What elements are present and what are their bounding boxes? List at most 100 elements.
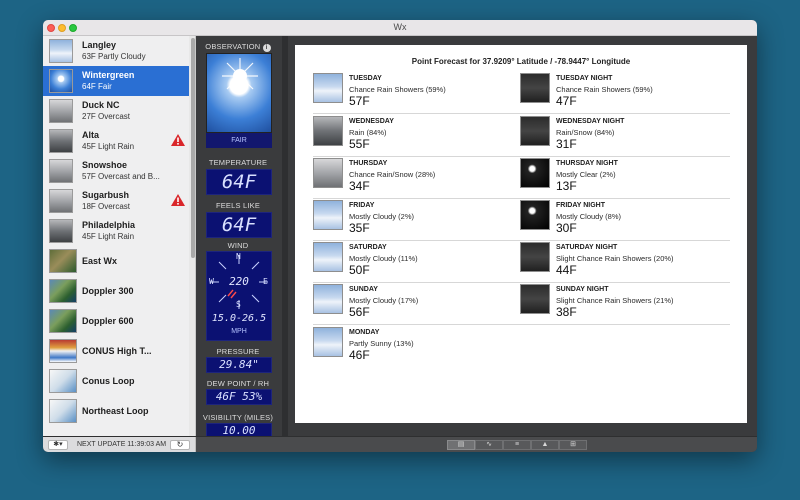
- row-divider: [520, 113, 730, 114]
- sidebar-item-northeast-loop[interactable]: Northeast Loop: [43, 396, 189, 426]
- location-condition: 57F Overcast and B...: [82, 172, 160, 181]
- sidebar-item-east-wx[interactable]: East Wx: [43, 246, 189, 276]
- forecast-image: [313, 116, 343, 146]
- location-condition: 63F Partly Cloudy: [82, 52, 146, 61]
- forecast-description: Chance Rain/Snow (28%): [349, 170, 436, 179]
- forecast-temperature: 34F: [349, 179, 370, 193]
- forecast-temperature: 57F: [349, 94, 370, 108]
- forecast-description: Mostly Clear (2%): [556, 170, 616, 179]
- forecast-image: [520, 116, 550, 146]
- forecast-period: FRIDAY NIGHT Mostly Cloudy (8%) 30F: [520, 200, 730, 241]
- forecast-period: SUNDAY Mostly Cloudy (17%) 56F: [313, 284, 523, 325]
- sidebar-item-alta[interactable]: Alta 45F Light Rain: [43, 126, 189, 156]
- forecast-period: SATURDAY Mostly Cloudy (11%) 50F: [313, 242, 523, 283]
- sidebar-item-conus-loop[interactable]: Conus Loop: [43, 366, 189, 396]
- weather-thumbnail: [49, 159, 73, 183]
- location-name: Wintergreen: [82, 70, 135, 80]
- forecast-period-name: FRIDAY NIGHT: [556, 202, 606, 209]
- forecast-temperature: 38F: [556, 305, 577, 319]
- graph-icon[interactable]: ∿: [475, 440, 503, 450]
- warning-icon[interactable]: [171, 194, 185, 206]
- forecast-period: WEDNESDAY Rain (84%) 55F: [313, 116, 523, 157]
- sidebar-item-snowshoe[interactable]: Snowshoe 57F Overcast and B...: [43, 156, 189, 186]
- forecast-image: [313, 200, 343, 230]
- observation-header: OBSERVATION i: [197, 42, 279, 52]
- sidebar-item-duck-nc[interactable]: Duck NC 27F Overcast: [43, 96, 189, 126]
- visibility-label: VISIBILITY (MILES): [202, 413, 274, 422]
- forecast-description: Slight Chance Rain Showers (21%): [556, 296, 674, 305]
- next-update-label: NEXT UPDATE 11:39:03 AM: [77, 441, 167, 448]
- wind-direction: 220: [229, 275, 249, 288]
- location-sidebar: Langley 63F Partly Cloudy Wintergreen 64…: [43, 36, 196, 436]
- weather-thumbnail: [49, 129, 73, 153]
- forecast-description: Chance Rain Showers (59%): [556, 85, 653, 94]
- forecast-temperature: 46F: [349, 348, 370, 362]
- weather-thumbnail: [49, 219, 73, 243]
- text-view-icon[interactable]: ≡: [503, 440, 531, 450]
- sidebar-item-sugarbush[interactable]: Sugarbush 18F Overcast: [43, 186, 189, 216]
- sidebar-item-wintergreen[interactable]: Wintergreen 64F Fair: [43, 66, 189, 96]
- forecast-period-name: TUESDAY: [349, 75, 382, 82]
- weather-thumbnail: [49, 69, 73, 93]
- forecast-period: TUESDAY NIGHT Chance Rain Showers (59%) …: [520, 73, 730, 114]
- sidebar-item-conus-high-temps[interactable]: CONUS High T...: [43, 336, 189, 366]
- weather-thumbnail: [49, 39, 73, 63]
- forecast-period: WEDNESDAY NIGHT Rain/Snow (84%) 31F: [520, 116, 730, 157]
- forecast-period: MONDAY Partly Sunny (13%) 46F: [313, 327, 523, 368]
- row-divider: [313, 324, 523, 325]
- info-icon[interactable]: i: [262, 44, 271, 52]
- list-view-icon[interactable]: ▤: [447, 440, 475, 450]
- pressure-display: 29.84": [206, 357, 272, 373]
- gear-icon[interactable]: ✱▾: [48, 440, 68, 450]
- forecast-temperature: 44F: [556, 263, 577, 277]
- warning-icon[interactable]: [171, 134, 185, 146]
- panel-divider[interactable]: [282, 36, 288, 436]
- wind-label: WIND: [227, 241, 249, 250]
- forecast-panel: Point Forecast for 37.9209° Latitude / -…: [295, 45, 747, 423]
- forecast-image: [520, 242, 550, 272]
- location-name: Alta: [82, 130, 100, 140]
- forecast-temperature: 13F: [556, 179, 577, 193]
- row-divider: [520, 282, 730, 283]
- alerts-icon[interactable]: ▲: [531, 440, 559, 450]
- forecast-period-name: MONDAY: [349, 329, 380, 336]
- observation-condition: FAIR: [206, 133, 272, 148]
- forecast-period: THURSDAY Chance Rain/Snow (28%) 34F: [313, 158, 523, 199]
- forecast-description: Mostly Cloudy (8%): [556, 212, 622, 221]
- forecast-description: Mostly Cloudy (2%): [349, 212, 415, 221]
- location-name: Sugarbush: [82, 190, 130, 200]
- sidebar-item-doppler-300[interactable]: Doppler 300: [43, 276, 189, 306]
- row-divider: [313, 113, 523, 114]
- row-divider: [520, 198, 730, 199]
- forecast-period-name: FRIDAY: [349, 202, 375, 209]
- forecast-image: [313, 327, 343, 357]
- sidebar-item-philadelphia[interactable]: Philadelphia 45F Light Rain: [43, 216, 189, 246]
- forecast-period: THURSDAY NIGHT Mostly Clear (2%) 13F: [520, 158, 730, 199]
- forecast-temperature: 55F: [349, 137, 370, 151]
- forecast-temperature: 56F: [349, 305, 370, 319]
- grid-view-icon[interactable]: ⊞: [559, 440, 587, 450]
- sidebar-item-doppler-600[interactable]: Doppler 600: [43, 306, 189, 336]
- forecast-period: FRIDAY Mostly Cloudy (2%) 35F: [313, 200, 523, 241]
- wind-speed: 15.0-26.5: [211, 313, 267, 324]
- forecast-image: [520, 158, 550, 188]
- map-thumbnail: [49, 309, 77, 333]
- forecast-temperature: 31F: [556, 137, 577, 151]
- sun-icon: [222, 58, 258, 94]
- row-divider: [313, 240, 523, 241]
- location-condition: 45F Light Rain: [82, 232, 135, 241]
- sidebar-item-langley[interactable]: Langley 63F Partly Cloudy: [43, 36, 189, 66]
- forecast-description: Partly Sunny (13%): [349, 339, 414, 348]
- row-divider: [520, 324, 730, 325]
- forecast-period-name: WEDNESDAY NIGHT: [556, 118, 625, 125]
- row-divider: [313, 198, 523, 199]
- forecast-period: TUESDAY Chance Rain Showers (59%) 57F: [313, 73, 523, 114]
- scrollbar-thumb[interactable]: [191, 38, 195, 258]
- pressure-label: PRESSURE: [216, 347, 260, 356]
- sidebar-scrollbar[interactable]: [189, 36, 195, 436]
- map-thumbnail: [49, 279, 77, 303]
- forecast-period-name: SATURDAY NIGHT: [556, 244, 618, 251]
- location-name: Langley: [82, 40, 117, 50]
- forecast-period-name: THURSDAY: [349, 160, 388, 167]
- refresh-icon[interactable]: ↻: [170, 440, 190, 450]
